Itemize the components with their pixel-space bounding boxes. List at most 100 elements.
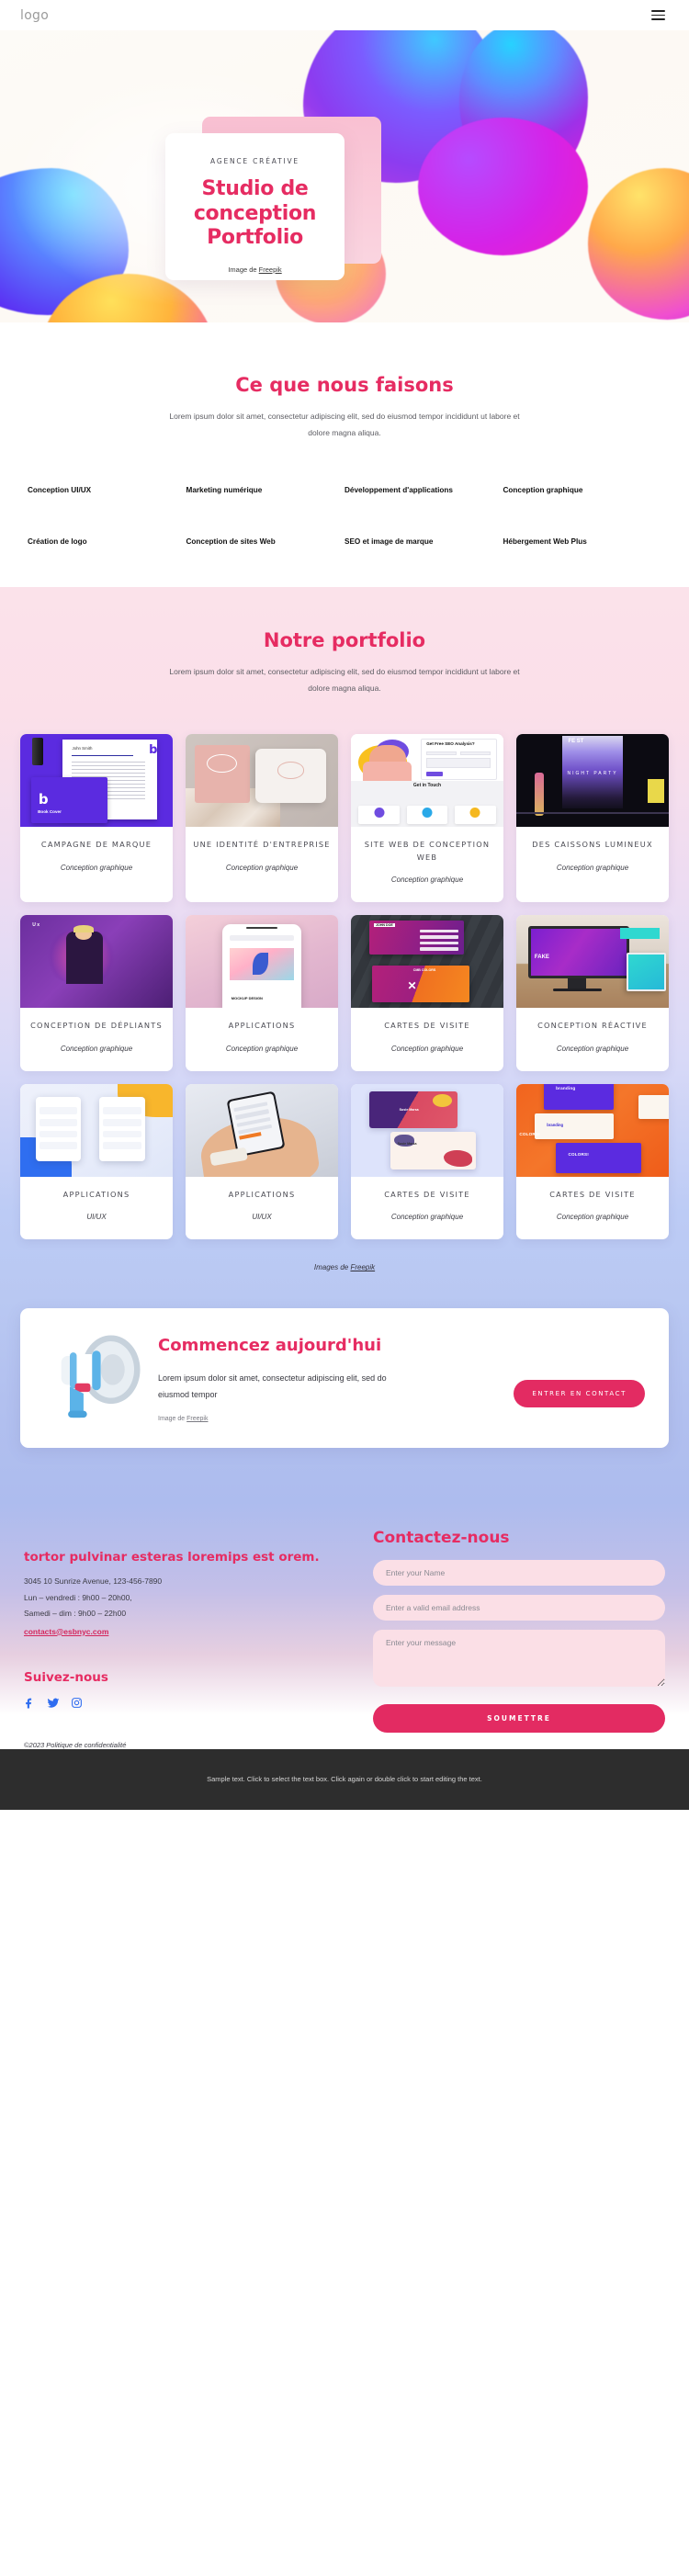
wallet-app-artwork [20, 1083, 173, 1177]
lightbox-artwork: FE ST NIGHT PARTY [516, 734, 669, 828]
submit-button[interactable]: SOUMETTRE [373, 1704, 665, 1734]
hero-credit-link[interactable]: Freepik [259, 266, 282, 274]
portfolio-grid: John Smith b b Book Cover CAMPAGNE DE MA… [0, 734, 689, 1240]
logo[interactable]: logo [20, 8, 49, 23]
megaphone-icon [44, 1330, 147, 1429]
service-item[interactable]: SEO et image de marque [344, 536, 503, 548]
bottom-bar-text[interactable]: Sample text. Click to select the text bo… [110, 1773, 579, 1786]
hamburger-bar [651, 10, 665, 12]
social-links [24, 1697, 349, 1710]
cta-section: Commencez aujourd'hui Lorem ipsum dolor … [0, 1299, 689, 1504]
portfolio-card[interactable]: FE ST NIGHT PARTY DES CAISSONS LUMINEUX … [516, 734, 669, 903]
portfolio-thumbnail: Get Free SEO Analysis? Get in Touch [351, 734, 503, 828]
name-input[interactable] [373, 1560, 665, 1587]
responsive-design-artwork: FAKE [516, 915, 669, 1009]
portfolio-card[interactable]: MOCKUP DESIGN APPLICATIONS Conception gr… [186, 915, 338, 1071]
corporate-identity-artwork [186, 734, 338, 828]
thumb-cover-text: Book Cover [38, 808, 62, 814]
portfolio-section: Notre portfolio Lorem ipsum dolor sit am… [0, 587, 689, 1300]
footer-hours-weekend: Samedi – dim : 9h00 – 22h00 [24, 1609, 127, 1619]
service-item[interactable]: Développement d'applications [344, 484, 503, 497]
hamburger-menu-icon[interactable] [651, 10, 665, 20]
portfolio-card-name: CARTES DE VISITE [549, 1189, 636, 1199]
portfolio-card-name: CONCEPTION RÉACTIVE [537, 1021, 648, 1031]
business-cards-artwork: JOHN DOE CMB COLORS ✕ [351, 915, 503, 1009]
footer-follow-title: Suivez-nous [24, 1669, 108, 1685]
portfolio-card-body: APPLICATIONS UI/UX [20, 1177, 173, 1240]
portfolio-card-category: Conception graphique [225, 863, 299, 872]
portfolio-card[interactable]: Get Free SEO Analysis? Get in Touch SITE… [351, 734, 503, 903]
footer-headline: tortor pulvinar esteras loremips est ore… [24, 1550, 320, 1565]
portfolio-card-body: APPLICATIONS UI/UX [186, 1177, 338, 1240]
contact-form-title: Contactez-nous [373, 1529, 510, 1548]
portfolio-image-credit: Images de Freepik [0, 1263, 689, 1271]
twitter-icon[interactable] [47, 1697, 60, 1710]
portfolio-card[interactable]: U x CONCEPTION DE DÉPLIANTS Conception g… [20, 915, 173, 1071]
portfolio-card-category: Conception graphique [556, 863, 629, 872]
thumb-person-name: Susie Marsa [397, 1142, 417, 1147]
contact-form: Contactez-nous SOUMETTRE [373, 1529, 665, 1748]
portfolio-thumbnail: JOHN DOE CMB COLORS ✕ [351, 915, 503, 1009]
thumb-git-text: Get in Touch [412, 782, 442, 788]
service-item[interactable]: Conception de sites Web [186, 536, 345, 548]
portfolio-thumbnail: FE ST NIGHT PARTY [516, 734, 669, 828]
portfolio-card-name: SITE WEB DE CONCEPTION WEB [364, 840, 491, 862]
cta-credit-prefix: Image de [158, 1416, 187, 1423]
thumb-mockup-text: MOCKUP DESIGN [231, 995, 263, 1000]
message-input[interactable] [373, 1630, 665, 1688]
service-item[interactable]: Marketing numérique [186, 484, 345, 497]
instagram-icon[interactable] [71, 1697, 83, 1709]
thumb-logo-mark: b [38, 790, 49, 808]
portfolio-card[interactable]: APPLICATIONS UI/UX [186, 1083, 338, 1240]
mobile-app-artwork: MOCKUP DESIGN [186, 915, 338, 1009]
portfolio-card-body: CONCEPTION DE DÉPLIANTS Conception graph… [20, 1008, 173, 1071]
portfolio-thumbnail: U x [20, 915, 173, 1009]
service-item[interactable]: Conception graphique [503, 484, 662, 497]
thumb-fake-text: FAKE [534, 954, 549, 960]
portfolio-card[interactable]: APPLICATIONS UI/UX [20, 1083, 173, 1240]
portfolio-card-category: UI/UX [252, 1213, 272, 1222]
portfolio-credit-link[interactable]: Freepik [350, 1263, 375, 1271]
what-we-do-title: Ce que nous faisons [235, 374, 454, 396]
footer-address: 3045 10 Sunrize Avenue, 123-456-7890 [24, 1576, 163, 1587]
contact-button[interactable]: ENTRER EN CONTACT [514, 1380, 645, 1408]
thumb-person-name: Susie Marsa [399, 1107, 419, 1112]
portfolio-card-category: Conception graphique [60, 1044, 133, 1053]
thumb-fest-text: FE ST [568, 739, 584, 745]
services-grid: Conception UI/UX Marketing numérique Dév… [0, 484, 689, 549]
footer-email-link[interactable]: contacts@esbnyc.com [24, 1627, 108, 1636]
portfolio-subtitle: Lorem ipsum dolor sit amet, consectetur … [169, 667, 520, 694]
cta-credit-link[interactable]: Freepik [186, 1416, 208, 1422]
portfolio-card-name: UNE IDENTITÉ D'ENTREPRISE [193, 840, 331, 850]
colors-branding-artwork: branding branding COLORS! COLORS! [516, 1083, 669, 1177]
email-input[interactable] [373, 1595, 665, 1621]
portfolio-card-category: Conception graphique [556, 1044, 629, 1053]
hero-title: Studio de conception Portfolio [193, 177, 317, 250]
portfolio-card[interactable]: JOHN DOE CMB COLORS ✕ CARTES DE VISITE C… [351, 915, 503, 1071]
service-item[interactable]: Création de logo [28, 536, 186, 548]
cta-image-credit: Image de Freepik [158, 1416, 503, 1422]
footer-contact-info: tortor pulvinar esteras loremips est ore… [24, 1529, 349, 1748]
thumb-logo-mark: b [149, 743, 158, 758]
portfolio-card-name: CAMPAGNE DE MARQUE [40, 840, 152, 850]
service-item[interactable]: Conception UI/UX [28, 484, 186, 497]
portfolio-card[interactable]: Susie Marsa Susie Marsa CARTES DE VISITE… [351, 1083, 503, 1240]
portfolio-card-name: DES CAISSONS LUMINEUX [532, 840, 653, 850]
portfolio-thumbnail [186, 1083, 338, 1177]
cta-title: Commencez aujourd'hui [158, 1336, 382, 1356]
thumb-colors-text: COLORS! [568, 1152, 590, 1158]
portfolio-card[interactable]: John Smith b b Book Cover CAMPAGNE DE MA… [20, 734, 173, 903]
thumb-person-name: JOHN DOE [374, 923, 395, 928]
service-item[interactable]: Hébergement Web Plus [503, 536, 662, 548]
gradient-blob [418, 118, 588, 255]
portfolio-card-body: CARTES DE VISITE Conception graphique [516, 1177, 669, 1240]
portfolio-card-name: APPLICATIONS [228, 1189, 296, 1199]
thumb-branding-text: branding [556, 1085, 576, 1090]
portfolio-card[interactable]: branding branding COLORS! COLORS! CARTES… [516, 1083, 669, 1240]
portfolio-card[interactable]: FAKE CONCEPTION RÉACTIVE Conception grap… [516, 915, 669, 1071]
portfolio-card-name: CARTES DE VISITE [384, 1021, 470, 1031]
facebook-icon[interactable] [24, 1697, 36, 1709]
portfolio-card[interactable]: UNE IDENTITÉ D'ENTREPRISE Conception gra… [186, 734, 338, 903]
portfolio-card-body: APPLICATIONS Conception graphique [186, 1008, 338, 1071]
hero-image-credit: Image de Freepik [178, 266, 332, 274]
